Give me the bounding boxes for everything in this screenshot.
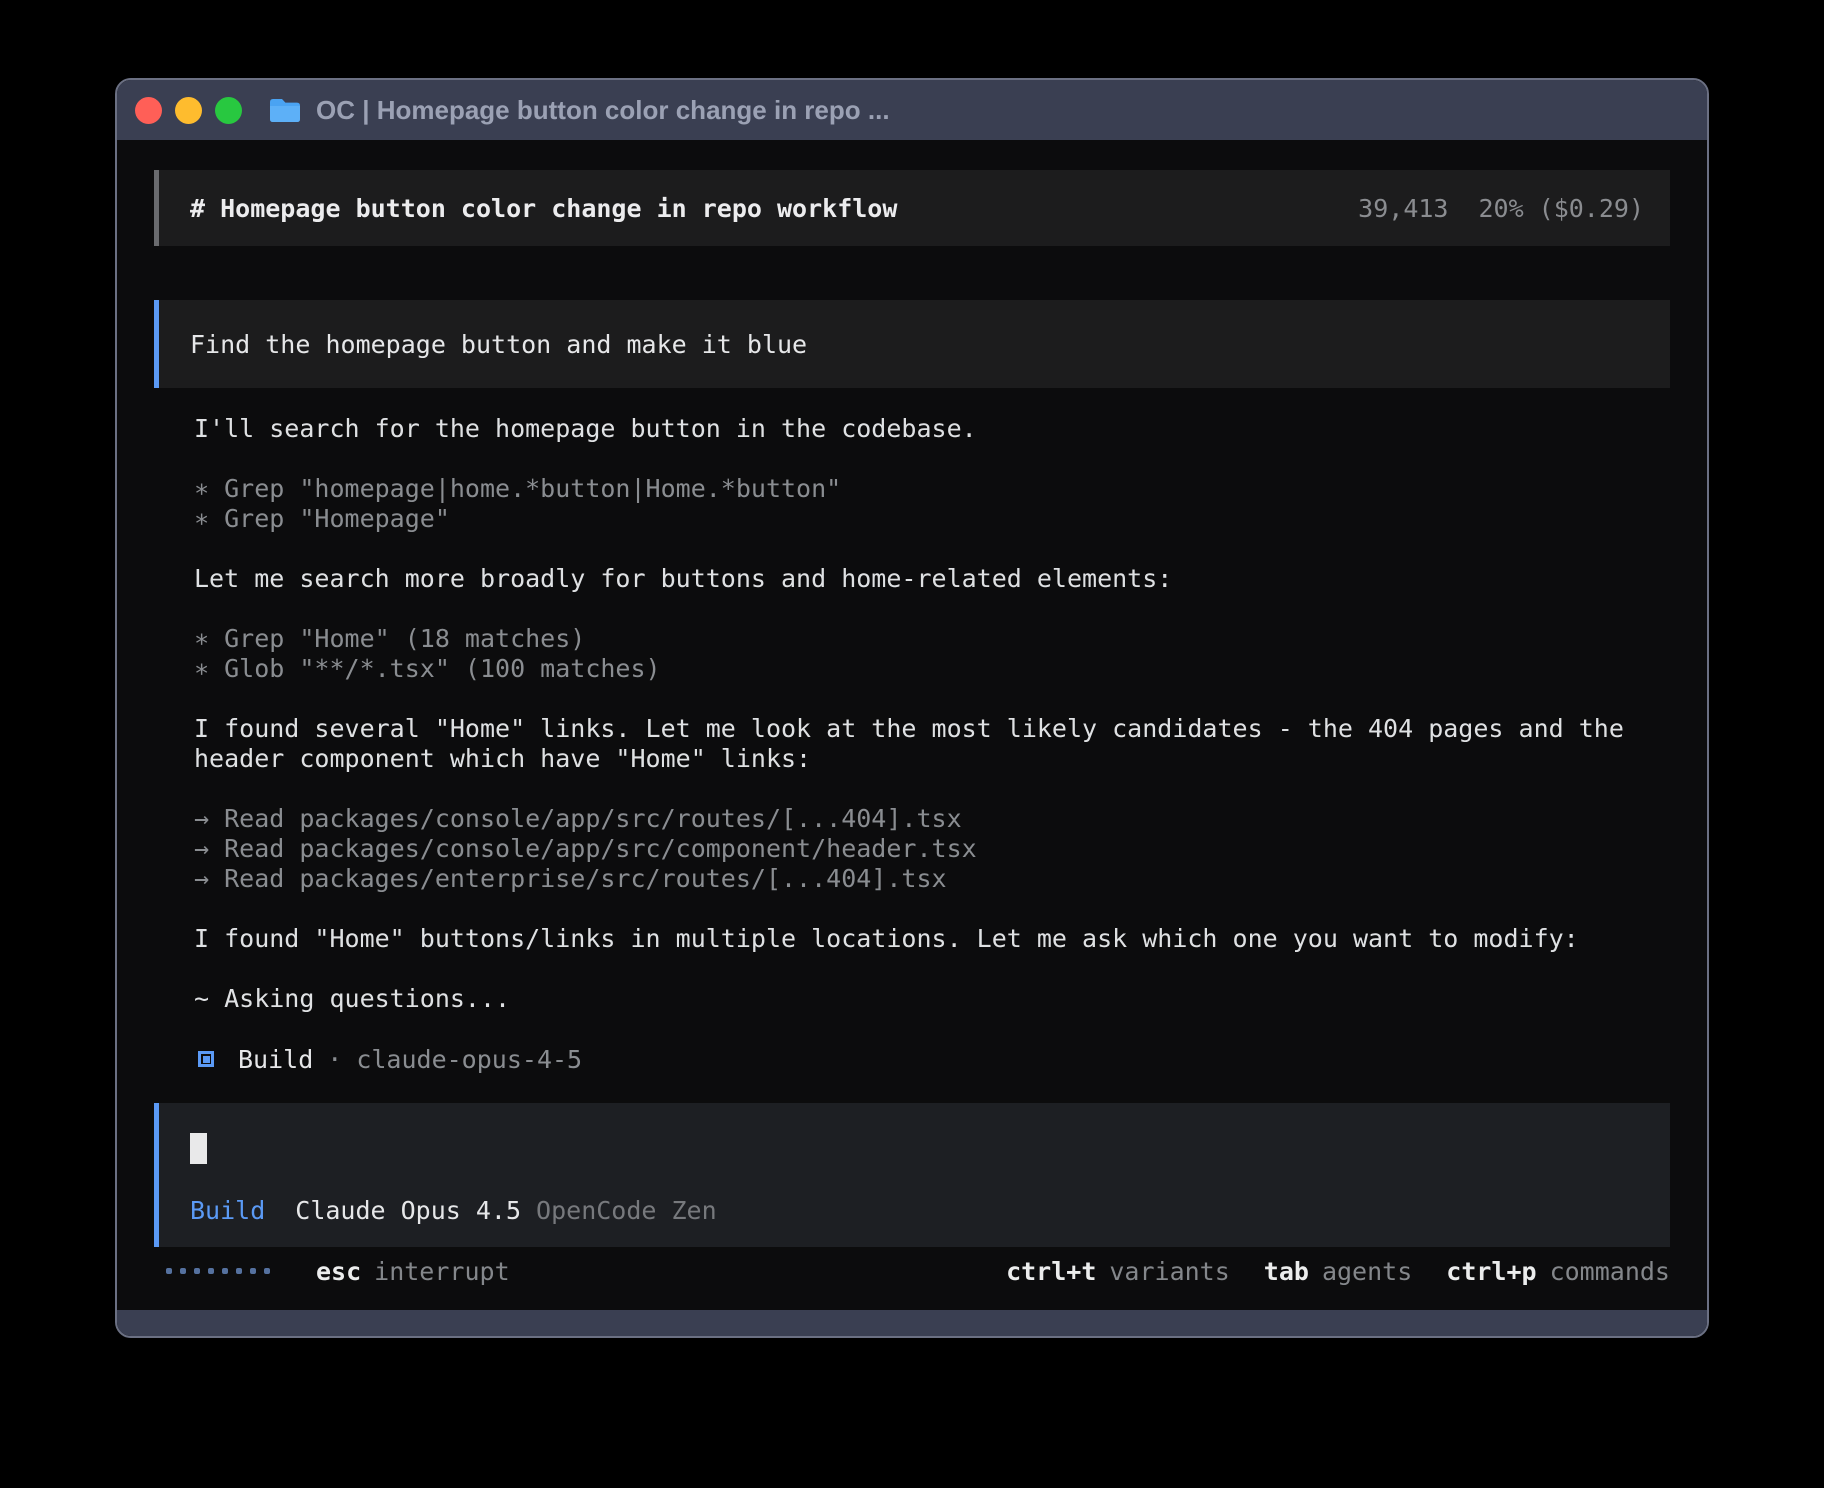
spinner-dot	[194, 1268, 200, 1274]
blank-line	[194, 444, 1670, 474]
terminal-content: # Homepage button color change in repo w…	[117, 140, 1707, 1310]
blank-line	[194, 774, 1670, 804]
maximize-button[interactable]	[215, 97, 242, 124]
assistant-text-line: I'll search for the homepage button in t…	[194, 414, 1670, 444]
shortcut-label: variants	[1109, 1257, 1229, 1286]
shortcut-hint-agents: tab agents	[1264, 1257, 1412, 1286]
tool-call-line: ∗ Grep "Home" (18 matches)	[194, 624, 1670, 654]
minimize-button[interactable]	[175, 97, 202, 124]
blank-line	[194, 684, 1670, 714]
tool-call-line: ∗ Grep "Homepage"	[194, 504, 1670, 534]
assistant-text-line: Let me search more broadly for buttons a…	[194, 564, 1670, 594]
agent-build-icon	[198, 1051, 214, 1067]
tool-call-line: ∗ Grep "homepage|home.*button|Home.*butt…	[194, 474, 1670, 504]
shortcut-key: ctrl+p	[1446, 1257, 1536, 1286]
blank-line	[194, 894, 1670, 924]
status-left: esc interrupt	[154, 1257, 510, 1286]
session-header: # Homepage button color change in repo w…	[154, 170, 1670, 246]
text-cursor	[190, 1133, 207, 1164]
editor-model-label[interactable]: Claude Opus 4.5	[295, 1196, 521, 1225]
tool-call-line: → Read packages/console/app/src/routes/[…	[194, 804, 1670, 834]
interrupt-label: interrupt	[374, 1257, 509, 1286]
spinner-dot	[166, 1268, 172, 1274]
context-percent: 20%	[1478, 194, 1523, 223]
tool-call-line: ∗ Glob "**/*.tsx" (100 matches)	[194, 654, 1670, 684]
spinner-dot	[236, 1268, 242, 1274]
assistant-text-line: I found several "Home" links. Let me loo…	[194, 714, 1670, 744]
session-stats: 39,413 20% ($0.29)	[1358, 194, 1644, 223]
agent-status-row: Build · claude-opus-4-5	[194, 1044, 1670, 1074]
shortcut-hint-variants: ctrl+t variants	[1006, 1257, 1230, 1286]
shortcut-key: ctrl+t	[1006, 1257, 1096, 1286]
agent-name: Build	[238, 1045, 313, 1074]
spinner-dot	[180, 1268, 186, 1274]
tool-call-line: → Read packages/enterprise/src/routes/[.…	[194, 864, 1670, 894]
blank-line	[194, 1014, 1670, 1044]
editor-provider-label: OpenCode Zen	[536, 1196, 717, 1225]
editor-agent-label[interactable]: Build	[190, 1196, 265, 1225]
user-message-text: Find the homepage button and make it blu…	[190, 330, 807, 359]
prompt-input[interactable]: Build Claude Opus 4.5 OpenCode Zen	[154, 1103, 1670, 1247]
spinner-dot	[264, 1268, 270, 1274]
assistant-text-line: I found "Home" buttons/links in multiple…	[194, 924, 1670, 954]
blank-line	[194, 594, 1670, 624]
session-cost: ($0.29)	[1539, 194, 1644, 223]
editor-meta: Build Claude Opus 4.5 OpenCode Zen	[190, 1196, 1639, 1225]
shortcut-hint-commands: ctrl+p commands	[1446, 1257, 1670, 1286]
spinner-dot	[222, 1268, 228, 1274]
blank-line	[194, 534, 1670, 564]
spinner-dot	[250, 1268, 256, 1274]
tool-call-line: → Read packages/console/app/src/componen…	[194, 834, 1670, 864]
terminal-window: OC | Homepage button color change in rep…	[115, 78, 1709, 1338]
window-bottom-strip	[117, 1310, 1707, 1336]
shortcut-label: agents	[1322, 1257, 1412, 1286]
shortcut-key: tab	[1264, 1257, 1309, 1286]
window-title: OC | Homepage button color change in rep…	[316, 95, 890, 126]
status-bar: esc interrupt ctrl+tvariantstabagentsctr…	[154, 1256, 1670, 1286]
token-count: 39,413	[1358, 194, 1448, 223]
interrupt-hint: esc interrupt	[316, 1257, 510, 1286]
spinner-dot	[208, 1268, 214, 1274]
user-message: Find the homepage button and make it blu…	[154, 300, 1670, 388]
assistant-text-line: ~ Asking questions...	[194, 984, 1670, 1014]
assistant-text-line: header component which have "Home" links…	[194, 744, 1670, 774]
agent-model: claude-opus-4-5	[356, 1045, 582, 1074]
window-controls	[135, 97, 242, 124]
agent-separator: ·	[327, 1045, 342, 1074]
blank-line	[194, 954, 1670, 984]
shortcut-label: commands	[1550, 1257, 1670, 1286]
title-bar[interactable]: OC | Homepage button color change in rep…	[117, 80, 1707, 140]
folder-icon	[268, 96, 302, 124]
close-button[interactable]	[135, 97, 162, 124]
interrupt-key: esc	[316, 1257, 361, 1286]
session-title: # Homepage button color change in repo w…	[190, 194, 897, 223]
working-spinner-dots	[166, 1268, 270, 1274]
conversation-lines: I'll search for the homepage button in t…	[194, 414, 1670, 1044]
shortcut-hints: ctrl+t variants tab agents ctrl+p commands	[1006, 1257, 1670, 1286]
